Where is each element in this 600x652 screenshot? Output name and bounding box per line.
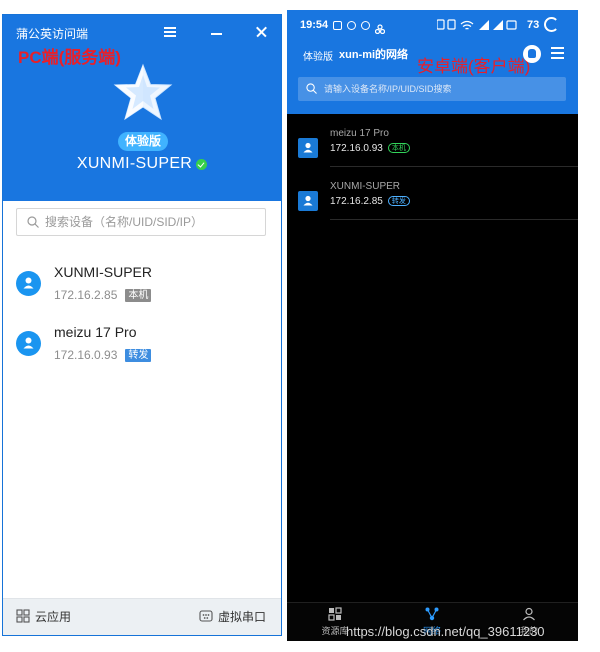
battery-level: 73 (527, 19, 540, 31)
device-item[interactable]: meizu 17 Pro 172.16.0.93 转发 (3, 319, 281, 369)
battery-ring-icon (544, 17, 559, 32)
search-icon (27, 216, 39, 228)
network-name[interactable]: xun-mi的网络 (339, 46, 408, 62)
search-input[interactable] (45, 209, 263, 235)
user-icon[interactable] (523, 45, 541, 63)
device-ip-row: 172.16.2.85 转发 (330, 196, 410, 207)
device-item[interactable]: XUNMI-SUPER 172.16.2.85 转发 (287, 177, 578, 229)
minimize-icon[interactable] (208, 23, 226, 41)
pc-footer: 云应用 虚拟串口 (3, 598, 281, 635)
divider (330, 166, 578, 167)
phone-annotation: 安卓端(客户端) (417, 57, 531, 76)
device-item[interactable]: meizu 17 Pro 172.16.0.93 本机 (287, 124, 578, 176)
divider (330, 219, 578, 220)
person-icon (523, 607, 535, 621)
device-ip: 172.16.0.93 (54, 348, 118, 362)
device-name: XUNMI-SUPER (54, 264, 153, 280)
notification-icon (374, 21, 386, 35)
resources-icon (328, 607, 342, 621)
nav-resources-label: 资源库 (321, 626, 349, 636)
cloud-apps-label: 云应用 (35, 610, 72, 624)
device-search-box[interactable] (298, 77, 566, 101)
device-ip-row: 172.16.2.85 本机 (54, 288, 152, 302)
edition-badge: 体验版 (118, 132, 169, 151)
device-name: meizu 17 Pro (54, 324, 137, 340)
relay-tag: 转发 (125, 349, 152, 362)
hostname-row: XUNMI-SUPER (3, 155, 281, 173)
search-icon (306, 83, 317, 94)
user-avatar-icon (298, 191, 318, 211)
hostname: XUNMI-SUPER (76, 155, 193, 172)
network-icon (425, 607, 439, 621)
device-name: XUNMI-SUPER (330, 181, 401, 192)
pc-header: 蒲公英访问端 PC端(服务端) 体验版 XUNMI-SUPER (3, 15, 281, 201)
notification-icon (347, 21, 356, 30)
window-title: 蒲公英访问端 (16, 27, 89, 41)
user-avatar-icon (16, 331, 41, 356)
status-time: 19:54 (300, 19, 329, 31)
edition-label: 体验版 (303, 52, 333, 63)
relay-tag: 转发 (387, 196, 410, 206)
device-ip-row: 172.16.0.93 本机 (330, 143, 410, 154)
user-avatar-icon (16, 271, 41, 296)
grid-icon (16, 609, 30, 623)
local-tag: 本机 (387, 143, 410, 153)
local-tag: 本机 (125, 289, 152, 302)
pc-annotation: PC端(服务端) (18, 48, 121, 67)
notification-icon (361, 21, 370, 30)
phone-header: 19:54 73 体验版 xun-mi的网络 安卓端(客户端) (287, 10, 578, 114)
pc-window: 蒲公英访问端 PC端(服务端) 体验版 XUNMI-SUPER XUNMI-SU… (2, 14, 282, 636)
virtual-serial-button[interactable]: 虚拟串口 (199, 608, 266, 625)
watermark: https://blog.csdn.net/qq_39611230 (346, 624, 545, 639)
serial-port-icon (199, 610, 213, 622)
star-icon (113, 63, 173, 121)
phone-screen: 19:54 73 体验版 xun-mi的网络 安卓端(客户端) 请输入设备名称/… (287, 10, 578, 641)
search-input[interactable] (324, 77, 560, 101)
signal-wifi-icons (437, 19, 517, 30)
device-name: meizu 17 Pro (330, 128, 389, 139)
device-ip: 172.16.2.85 (330, 196, 383, 207)
virtual-serial-label: 虚拟串口 (218, 610, 267, 624)
device-item[interactable]: XUNMI-SUPER 172.16.2.85 本机 (3, 259, 281, 309)
online-check-icon (196, 158, 208, 170)
close-icon[interactable] (253, 23, 271, 41)
device-ip: 172.16.2.85 (54, 288, 118, 302)
device-ip: 172.16.0.93 (330, 143, 383, 154)
user-avatar-icon (298, 138, 318, 158)
menu-icon[interactable] (161, 23, 179, 41)
menu-icon[interactable] (551, 46, 565, 60)
device-ip-row: 172.16.0.93 转发 (54, 348, 152, 362)
device-search-box[interactable] (16, 208, 266, 236)
notification-icon (333, 21, 342, 30)
cloud-apps-button[interactable]: 云应用 (16, 608, 71, 625)
